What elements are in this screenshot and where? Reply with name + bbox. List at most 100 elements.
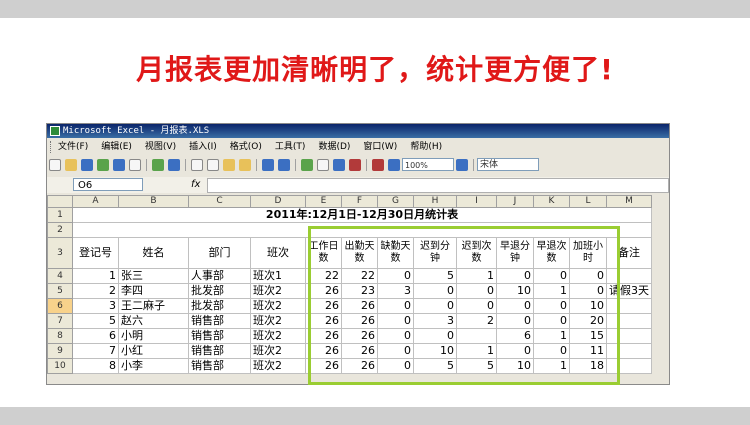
paste-icon[interactable] [223,159,235,171]
cell[interactable]: 班次2 [250,298,306,314]
title-bar: Microsoft Excel - 月报表.XLS [47,124,669,138]
help-icon[interactable] [456,159,468,171]
menu-edit[interactable]: 编辑(E) [101,139,132,155]
menu-view[interactable]: 视图(V) [145,139,176,155]
cell[interactable]: 批发部 [188,283,251,299]
zoom-select[interactable]: 100% [402,158,454,171]
redo-icon[interactable] [278,159,290,171]
format-painter-icon[interactable] [239,159,251,171]
excel-app-icon [50,126,60,136]
cell[interactable]: 销售部 [188,328,251,344]
column-header[interactable]: J [496,195,534,208]
cell[interactable]: 赵六 [118,313,189,329]
column-header[interactable]: L [569,195,607,208]
menu-tools[interactable]: 工具(T) [275,139,306,155]
column-header[interactable]: F [341,195,378,208]
permission-icon[interactable] [97,159,109,171]
cell[interactable]: 2 [72,283,119,299]
menu-format[interactable]: 格式(O) [230,139,262,155]
cell[interactable]: 班次2 [250,313,306,329]
formula-input[interactable] [207,178,669,193]
menu-data[interactable]: 数据(D) [318,139,350,155]
highlight-frame [308,226,620,385]
copy-icon[interactable] [207,159,219,171]
cell[interactable]: 班次2 [250,283,306,299]
menu-file[interactable]: 文件(F) [58,139,88,155]
column-header[interactable]: B [118,195,189,208]
standard-toolbar: 100% 宋体 [47,156,669,175]
cell[interactable]: 小李 [118,358,189,374]
cell[interactable]: 7 [72,343,119,359]
formula-bar: O6 fx [47,177,669,193]
header-cell[interactable]: 班次 [250,237,306,269]
select-all-corner[interactable] [47,195,73,208]
menu-window[interactable]: 窗口(W) [363,139,397,155]
cell[interactable]: 销售部 [188,343,251,359]
drawing-icon[interactable] [388,159,400,171]
hyperlink-icon[interactable] [301,159,313,171]
row-header[interactable]: 8 [47,328,73,344]
row-header[interactable]: 2 [47,222,73,238]
autosum-icon[interactable] [317,159,329,171]
header-cell[interactable]: 姓名 [118,237,189,269]
column-header[interactable]: C [188,195,251,208]
cell[interactable]: 小明 [118,328,189,344]
menu-grip-icon [50,141,54,153]
print-preview-icon[interactable] [129,159,141,171]
row-header[interactable]: 7 [47,313,73,329]
fx-icon[interactable]: fx [191,178,200,192]
cell[interactable]: 班次2 [250,328,306,344]
print-icon[interactable] [113,159,125,171]
cell[interactable]: 1 [72,268,119,284]
row-header[interactable]: 6 [47,298,73,314]
cell[interactable]: 班次2 [250,358,306,374]
toolbar-separator [256,159,257,171]
save-icon[interactable] [81,159,93,171]
header-cell[interactable]: 登记号 [72,237,119,269]
column-header[interactable]: D [250,195,306,208]
cell[interactable]: 销售部 [188,313,251,329]
font-select[interactable]: 宋体 [477,158,539,171]
header-cell[interactable]: 部门 [188,237,251,269]
cell[interactable]: 销售部 [188,358,251,374]
menu-help[interactable]: 帮助(H) [410,139,442,155]
cut-icon[interactable] [191,159,203,171]
column-header[interactable]: G [377,195,414,208]
research-icon[interactable] [168,159,180,171]
column-header[interactable]: M [606,195,652,208]
row-header[interactable]: 10 [47,358,73,374]
row-header[interactable]: 5 [47,283,73,299]
cell[interactable]: 张三 [118,268,189,284]
row-header[interactable]: 1 [47,207,73,223]
spelling-icon[interactable] [152,159,164,171]
cell[interactable]: 李四 [118,283,189,299]
chart-wizard-icon[interactable] [372,159,384,171]
cell[interactable]: 班次1 [250,268,306,284]
sheet-title[interactable]: 2011年:12月1日-12月30日月统计表 [72,207,652,223]
row-header[interactable]: 9 [47,343,73,359]
cell[interactable]: 小红 [118,343,189,359]
cell[interactable]: 人事部 [188,268,251,284]
new-icon[interactable] [49,159,61,171]
cell[interactable]: 班次2 [250,343,306,359]
menu-insert[interactable]: 插入(I) [189,139,217,155]
row-header[interactable]: 4 [47,268,73,284]
cell[interactable]: 6 [72,328,119,344]
cell[interactable]: 批发部 [188,298,251,314]
column-header[interactable]: A [72,195,119,208]
cell[interactable]: 5 [72,313,119,329]
undo-icon[interactable] [262,159,274,171]
column-header[interactable]: H [413,195,457,208]
sort-ascending-icon[interactable] [333,159,345,171]
column-header[interactable]: E [305,195,342,208]
sort-descending-icon[interactable] [349,159,361,171]
column-header[interactable]: I [456,195,497,208]
name-box[interactable]: O6 [73,178,143,191]
toolbar-separator [185,159,186,171]
cell[interactable]: 8 [72,358,119,374]
row-header[interactable]: 3 [47,237,73,269]
cell[interactable]: 王二麻子 [118,298,189,314]
column-header[interactable]: K [533,195,570,208]
cell[interactable]: 3 [72,298,119,314]
open-icon[interactable] [65,159,77,171]
